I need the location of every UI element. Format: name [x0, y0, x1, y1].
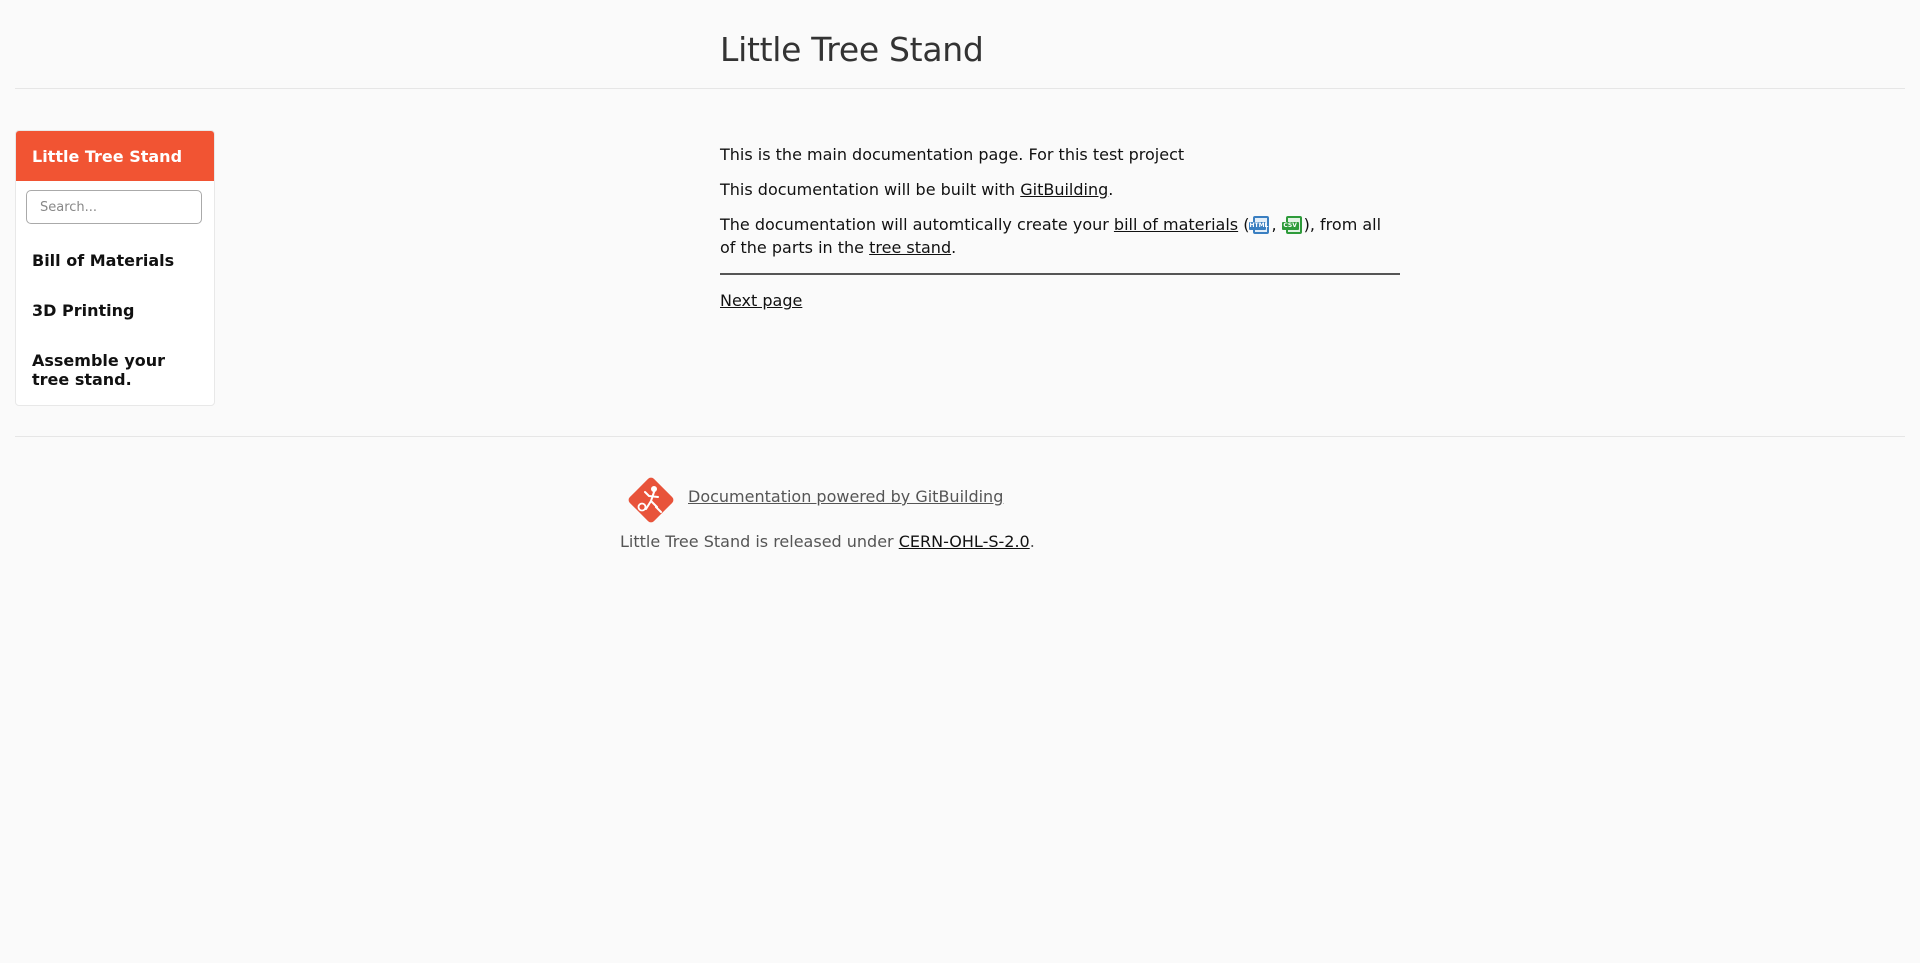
sidebar-item-assemble[interactable]: Assemble your tree stand.: [16, 351, 214, 389]
sidebar-item-bill-of-materials[interactable]: Bill of Materials: [16, 251, 214, 270]
build-suffix: .: [1108, 180, 1114, 199]
search-container: [16, 181, 214, 224]
sidebar-item-3d-printing[interactable]: 3D Printing: [16, 301, 214, 320]
main-content: This is the main documentation page. For…: [720, 143, 1400, 312]
bom-text: The documentation will automtically crea…: [720, 215, 1114, 234]
page-header: Little Tree Stand: [15, 0, 1905, 89]
page-title: Little Tree Stand: [720, 30, 984, 69]
csv-icon-label: CSV: [1281, 222, 1299, 230]
license-suffix: .: [1029, 532, 1035, 551]
license-text: Little Tree Stand is released under CERN…: [620, 532, 1035, 551]
html-icon-label: HTML: [1249, 222, 1269, 230]
sidebar: Little Tree Stand Bill of Materials 3D P…: [15, 130, 215, 406]
content-divider: [720, 273, 1400, 275]
search-input[interactable]: [26, 190, 202, 224]
bill-of-materials-link[interactable]: bill of materials: [1114, 215, 1238, 234]
sidebar-title[interactable]: Little Tree Stand: [16, 131, 214, 181]
footer-divider: [15, 436, 1905, 437]
open-paren: (: [1238, 215, 1250, 234]
html-file-icon[interactable]: HTML: [1249, 216, 1271, 234]
next-page-link[interactable]: Next page: [720, 291, 802, 310]
tree-stand-link[interactable]: tree stand: [869, 238, 951, 257]
icon-comma: ,: [1271, 215, 1282, 234]
bom-paragraph: The documentation will automtically crea…: [720, 213, 1400, 259]
gitbuilding-logo-icon[interactable]: [627, 476, 675, 524]
build-text: This documentation will be built with: [720, 180, 1021, 199]
license-link[interactable]: CERN-OHL-S-2.0: [899, 532, 1030, 551]
gitbuilding-link[interactable]: GitBuilding: [1020, 180, 1108, 199]
bom-suffix: .: [951, 238, 957, 257]
powered-by-link[interactable]: Documentation powered by GitBuilding: [688, 487, 1003, 506]
build-paragraph: This documentation will be built with Gi…: [720, 178, 1400, 201]
license-prefix: Little Tree Stand is released under: [620, 532, 899, 551]
csv-file-icon[interactable]: CSV: [1281, 216, 1304, 234]
intro-paragraph: This is the main documentation page. For…: [720, 145, 1185, 164]
